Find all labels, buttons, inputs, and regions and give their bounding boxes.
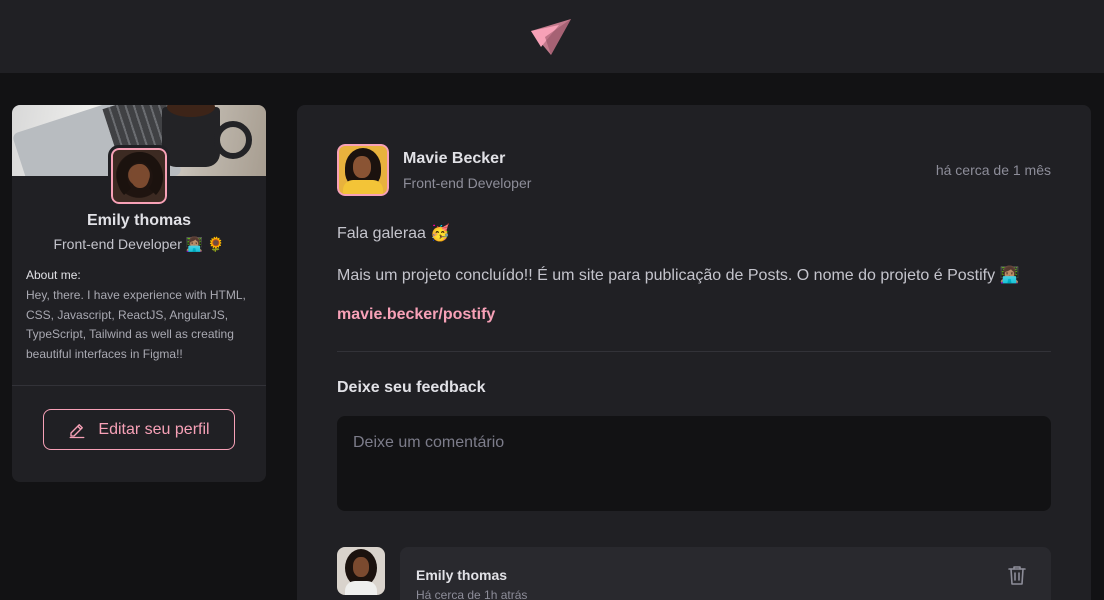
about-text: Hey, there. I have experience with HTML,… (26, 288, 246, 361)
comment-author-avatar[interactable] (337, 547, 385, 595)
profile-role: Front-end Developer 👩🏽‍💻 🌻 (53, 236, 225, 252)
profile-name: Emily thomas (86, 212, 192, 229)
profile-sidebar: Emily thomas Front-end Developer 👩🏽‍💻 🌻 … (12, 105, 266, 482)
post-author-avatar[interactable] (334, 141, 392, 199)
post-paragraph: Mais um projeto concluído!! É um site pa… (337, 267, 1020, 284)
comment-card: Emily thomas Há cerca de 1h atrás (400, 547, 1051, 600)
delete-comment-button[interactable] (1005, 563, 1029, 587)
post-card: Mavie Becker Front-end Developer há cerc… (297, 105, 1091, 600)
post-link[interactable]: mavie.becker/postify (337, 306, 495, 324)
comment-textarea[interactable] (337, 416, 1051, 511)
sidebar-divider (12, 385, 266, 386)
post-time: há cerca de 1 mês (935, 162, 1051, 178)
post-author-name: Mavie Becker (403, 150, 506, 167)
post-paragraph: Fala galeraa 🥳 (337, 225, 451, 242)
edit-profile-label: Editar seu perfil (98, 420, 210, 438)
profile-avatar[interactable] (108, 145, 170, 207)
ignite-feed-logo-icon (531, 18, 571, 55)
comment-author-name: Emily thomas (416, 567, 508, 583)
app-header (0, 0, 1104, 73)
post-author-role: Front-end Developer (403, 175, 532, 191)
edit-profile-button[interactable]: Editar seu perfil (43, 409, 235, 450)
feedback-title: Deixe seu feedback (337, 379, 486, 396)
about-title: About me: (26, 268, 81, 282)
post-divider (337, 351, 1051, 352)
comment-time: Há cerca de 1h atrás (416, 588, 528, 600)
pencil-icon (69, 423, 85, 438)
trash-icon (1008, 566, 1026, 585)
